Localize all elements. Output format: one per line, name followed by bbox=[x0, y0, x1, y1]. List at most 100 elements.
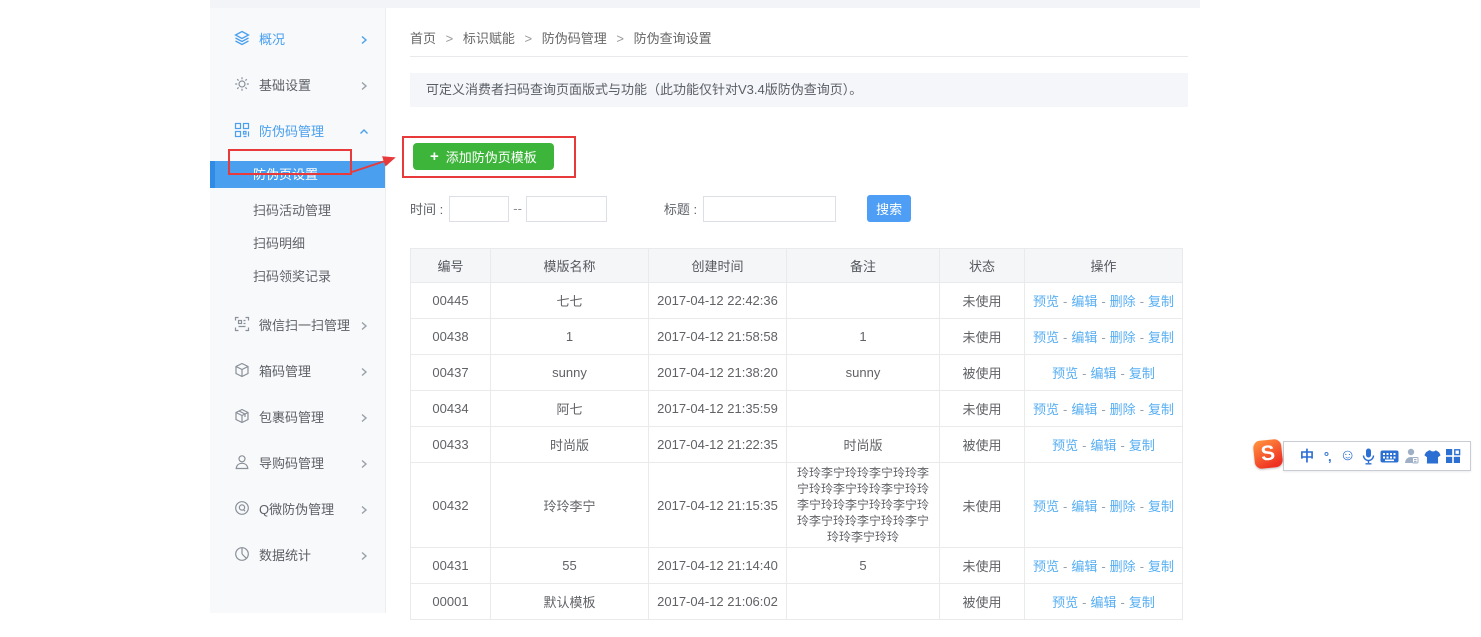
sidebar-item-label: 箱码管理 bbox=[259, 361, 359, 380]
preview-link[interactable]: 预览 bbox=[1033, 330, 1059, 345]
sidebar-item-q-wechat-anti-counterfeit[interactable]: Q微防伪管理 bbox=[210, 493, 385, 523]
cell-status: 未使用 bbox=[940, 319, 1025, 355]
copy-link[interactable]: 复制 bbox=[1148, 330, 1174, 345]
sogou-logo-icon[interactable]: S bbox=[1253, 439, 1284, 470]
cell-created: 2017-04-12 21:35:59 bbox=[649, 391, 787, 427]
cell-actions: 预览-编辑-删除-复制 bbox=[1025, 548, 1183, 584]
action-separator: - bbox=[1063, 294, 1067, 309]
preview-link[interactable]: 预览 bbox=[1033, 402, 1059, 417]
breadcrumb-item-home[interactable]: 首页 bbox=[410, 31, 436, 46]
title-input[interactable] bbox=[703, 196, 836, 222]
sidebar-subitem-label: 防伪页设置 bbox=[253, 167, 318, 182]
table-row: 00001 默认模板 2017-04-12 21:06:02 被使用 预览-编辑… bbox=[411, 584, 1183, 620]
wechat-scan-icon bbox=[234, 316, 250, 332]
search-button[interactable]: 搜索 bbox=[867, 195, 911, 222]
chevron-right-icon bbox=[359, 411, 369, 421]
sidebar-item-overview[interactable]: 概况 bbox=[210, 23, 385, 53]
sidebar-item-package-code[interactable]: 包裹码管理 bbox=[210, 401, 385, 431]
copy-link[interactable]: 复制 bbox=[1148, 559, 1174, 574]
keyboard-icon[interactable] bbox=[1380, 445, 1399, 467]
delete-link[interactable]: 删除 bbox=[1110, 294, 1136, 309]
time-from-input[interactable] bbox=[449, 196, 509, 222]
table-row: 00438 1 2017-04-12 21:58:58 1 未使用 预览-编辑-… bbox=[411, 319, 1183, 355]
sidebar-subitem-scan-activity[interactable]: 扫码活动管理 bbox=[210, 194, 385, 227]
sidebar-item-wechat-scan[interactable]: 微信扫一扫管理 bbox=[210, 309, 385, 339]
edit-link[interactable]: 编辑 bbox=[1090, 595, 1116, 610]
add-template-button[interactable]: + 添加防伪页模板 bbox=[413, 143, 554, 170]
annotation-box-add-button: + 添加防伪页模板 bbox=[402, 136, 576, 178]
breadcrumb-item-identity[interactable]: 标识赋能 bbox=[463, 31, 515, 46]
cell-actions: 预览-编辑-删除-复制 bbox=[1025, 463, 1183, 548]
delete-link[interactable]: 删除 bbox=[1110, 559, 1136, 574]
sidebar-item-basic-settings[interactable]: 基础设置 bbox=[210, 69, 385, 99]
emoji-icon[interactable]: ☺ bbox=[1339, 445, 1355, 467]
preview-link[interactable]: 预览 bbox=[1052, 595, 1078, 610]
copy-link[interactable]: 复制 bbox=[1129, 438, 1155, 453]
copy-link[interactable]: 复制 bbox=[1148, 294, 1174, 309]
table-row: 00432 玲玲李宁 2017-04-12 21:15:35 玲玲李宁玲玲李宁玲… bbox=[411, 463, 1183, 548]
chinese-mode-icon[interactable]: 中 bbox=[1299, 445, 1315, 467]
punctuation-icon[interactable]: °, bbox=[1319, 445, 1335, 467]
skin-icon[interactable] bbox=[1424, 445, 1441, 467]
anti-counterfeit-template-page: 概况 基础设置 防伪码管理 防伪页设置 bbox=[0, 0, 1481, 637]
action-separator: - bbox=[1101, 330, 1105, 345]
filter-bar: 时间 : -- 标题 : 搜索 bbox=[410, 195, 1202, 222]
breadcrumb: 首页 > 标识赋能 > 防伪码管理 > 防伪查询设置 bbox=[410, 8, 1188, 57]
action-separator: - bbox=[1082, 438, 1086, 453]
sidebar-subitem-scan-prize-record[interactable]: 扫码领奖记录 bbox=[210, 260, 385, 293]
delete-link[interactable]: 删除 bbox=[1110, 402, 1136, 417]
preview-link[interactable]: 预览 bbox=[1033, 559, 1059, 574]
delete-link[interactable]: 删除 bbox=[1110, 330, 1136, 345]
preview-link[interactable]: 预览 bbox=[1052, 366, 1078, 381]
plus-icon: + bbox=[430, 148, 439, 165]
cell-created: 2017-04-12 21:58:58 bbox=[649, 319, 787, 355]
notice-bar: 可定义消费者扫码查询页面版式与功能（此功能仅针对V3.4版防伪查询页）。 bbox=[410, 73, 1188, 107]
edit-link[interactable]: 编辑 bbox=[1090, 438, 1116, 453]
action-separator: - bbox=[1121, 595, 1125, 610]
edit-link[interactable]: 编辑 bbox=[1071, 499, 1097, 514]
action-separator: - bbox=[1101, 294, 1105, 309]
sidebar-subitem-page-settings[interactable]: 防伪页设置 bbox=[210, 161, 385, 188]
sidebar-item-data-statistics[interactable]: 数据统计 bbox=[210, 539, 385, 569]
profile-icon[interactable] bbox=[1404, 445, 1420, 467]
edit-link[interactable]: 编辑 bbox=[1090, 366, 1116, 381]
col-header-remark: 备注 bbox=[787, 249, 940, 283]
cell-status: 未使用 bbox=[940, 283, 1025, 319]
preview-link[interactable]: 预览 bbox=[1033, 499, 1059, 514]
sidebar-item-anti-counterfeit-code[interactable]: 防伪码管理 bbox=[210, 115, 385, 145]
box-icon bbox=[234, 362, 250, 378]
time-to-input[interactable] bbox=[526, 196, 607, 222]
cell-status: 被使用 bbox=[940, 355, 1025, 391]
cell-created: 2017-04-12 21:15:35 bbox=[649, 463, 787, 548]
delete-link[interactable]: 删除 bbox=[1110, 499, 1136, 514]
copy-link[interactable]: 复制 bbox=[1129, 595, 1155, 610]
top-strip bbox=[210, 0, 1200, 8]
cell-created: 2017-04-12 21:38:20 bbox=[649, 355, 787, 391]
sidebar-item-shopping-guide-code[interactable]: 导购码管理 bbox=[210, 447, 385, 477]
edit-link[interactable]: 编辑 bbox=[1071, 559, 1097, 574]
edit-link[interactable]: 编辑 bbox=[1071, 330, 1097, 345]
sidebar-item-box-code[interactable]: 箱码管理 bbox=[210, 355, 385, 385]
edit-link[interactable]: 编辑 bbox=[1071, 402, 1097, 417]
cell-id: 00001 bbox=[411, 584, 491, 620]
ime-toolbar: 中 °, ☺ bbox=[1283, 441, 1471, 471]
sidebar-subitem-scan-detail[interactable]: 扫码明细 bbox=[210, 227, 385, 260]
microphone-icon[interactable] bbox=[1360, 445, 1376, 467]
cell-name: 七七 bbox=[491, 283, 649, 319]
menu-grid-icon[interactable] bbox=[1445, 445, 1461, 467]
breadcrumb-item-anti-counterfeit[interactable]: 防伪码管理 bbox=[542, 31, 607, 46]
preview-link[interactable]: 预览 bbox=[1033, 294, 1059, 309]
action-separator: - bbox=[1140, 294, 1144, 309]
cell-created: 2017-04-12 21:14:40 bbox=[649, 548, 787, 584]
copy-link[interactable]: 复制 bbox=[1148, 402, 1174, 417]
title-filter-label: 标题 : bbox=[664, 199, 697, 218]
add-template-button-label: 添加防伪页模板 bbox=[446, 147, 537, 166]
copy-link[interactable]: 复制 bbox=[1129, 366, 1155, 381]
preview-link[interactable]: 预览 bbox=[1052, 438, 1078, 453]
cell-created: 2017-04-12 22:42:36 bbox=[649, 283, 787, 319]
action-separator: - bbox=[1101, 402, 1105, 417]
copy-link[interactable]: 复制 bbox=[1148, 499, 1174, 514]
cell-created: 2017-04-12 21:22:35 bbox=[649, 427, 787, 463]
edit-link[interactable]: 编辑 bbox=[1071, 294, 1097, 309]
cell-actions: 预览-编辑-复制 bbox=[1025, 427, 1183, 463]
